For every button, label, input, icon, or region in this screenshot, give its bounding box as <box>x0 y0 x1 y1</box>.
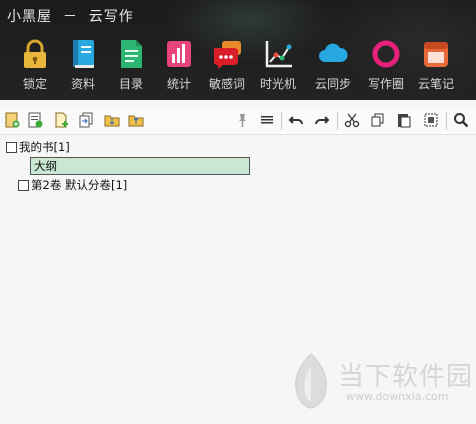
outline-node-label: 大纲 <box>34 159 57 173</box>
volume-label: 第2卷 默认分卷[1] <box>31 178 128 192</box>
note-icon <box>424 42 448 67</box>
copy-page-icon[interactable] <box>78 112 94 128</box>
chat-bubble-icon <box>214 41 241 69</box>
title-bar: 小黑屋 － 云写作 锁定 资料 目录 统计 敏感词 时光机 云同步 写作圈 云笔… <box>0 0 476 100</box>
cloud-notes-button[interactable]: 云笔记 <box>411 38 461 94</box>
cloud-sync-button[interactable]: 云同步 <box>308 38 358 94</box>
toolbar-separator <box>446 112 447 130</box>
watermark-url: www.downxia.com <box>346 390 449 403</box>
time-machine-button[interactable]: 时光机 <box>253 38 303 94</box>
export-folder-icon[interactable] <box>128 112 144 128</box>
bar-chart-icon <box>167 41 191 67</box>
lock-icon <box>24 39 46 68</box>
time-machine-label: 时光机 <box>259 77 296 91</box>
cloud-icon <box>319 43 348 62</box>
book-label: 我的书[1] <box>19 140 70 154</box>
select-all-icon[interactable] <box>423 112 439 128</box>
watermark: 当下软件园 www.downxia.com <box>290 352 476 412</box>
book-icon <box>73 40 94 68</box>
import-folder-icon[interactable] <box>104 112 120 128</box>
new-book-icon[interactable] <box>4 112 20 128</box>
pin-icon[interactable] <box>234 112 250 128</box>
sensitive-words-button[interactable]: 敏感词 <box>202 38 252 94</box>
book-checkbox[interactable] <box>6 142 17 153</box>
cloud-notes-label: 云笔记 <box>417 77 454 91</box>
watermark-logo-icon <box>295 353 327 409</box>
app-title: 小黑屋 － 云写作 <box>7 9 134 25</box>
toolbar-separator <box>337 112 338 130</box>
tree-item-outline-selected[interactable]: 大纲 <box>30 157 250 175</box>
ring-icon <box>372 40 400 68</box>
new-chapter-icon[interactable] <box>27 112 43 128</box>
watermark-text: 当下软件园 <box>338 362 474 392</box>
document-icon <box>121 40 142 68</box>
list-view-icon[interactable] <box>259 112 275 128</box>
undo-icon[interactable] <box>288 112 304 128</box>
editor-toolbar <box>0 108 476 135</box>
chart-line-icon <box>265 41 292 68</box>
paste-icon[interactable] <box>396 112 412 128</box>
volume-checkbox[interactable] <box>18 180 29 191</box>
search-icon[interactable] <box>453 112 469 128</box>
toolbar-separator <box>281 112 282 130</box>
new-page-icon[interactable] <box>53 112 69 128</box>
redo-icon[interactable] <box>314 112 330 128</box>
cut-icon[interactable] <box>344 112 360 128</box>
writing-circle-button[interactable]: 写作圈 <box>361 38 411 94</box>
copy-icon[interactable] <box>370 112 386 128</box>
